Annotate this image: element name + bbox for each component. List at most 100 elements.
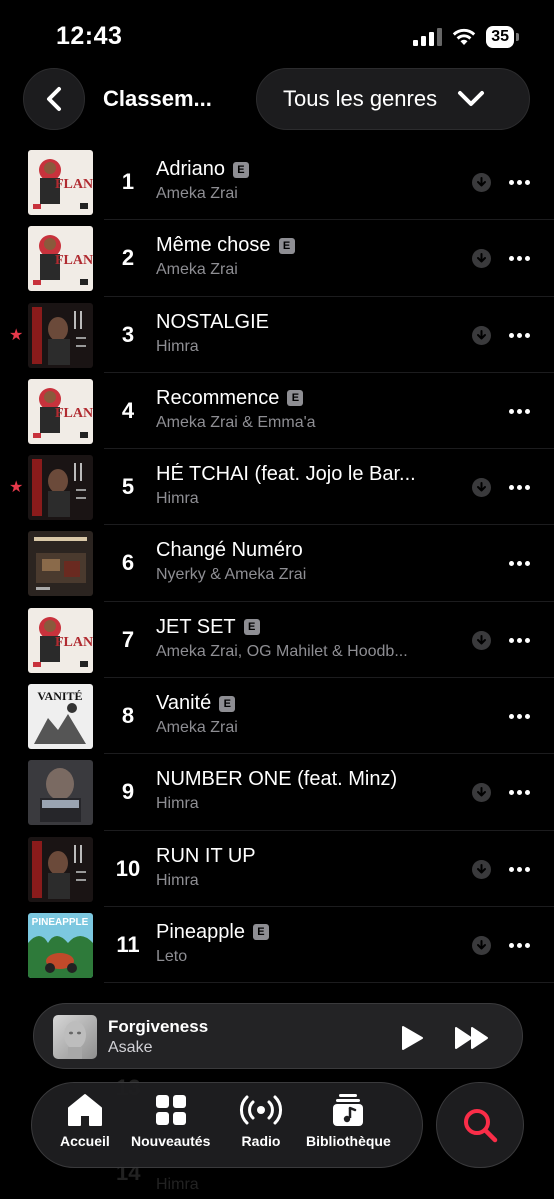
track-row[interactable]: ★ 5 HÉ TCHAI (feat. Jojo le Bar... Himra (0, 449, 554, 526)
more-options-button[interactable] (509, 790, 530, 796)
explicit-badge: E (252, 924, 269, 941)
track-title: Vanité (156, 692, 212, 715)
tab-home[interactable]: Accueil (60, 1093, 110, 1149)
track-rank: 1 (121, 169, 135, 194)
track-artist: Ameka Zrai (156, 719, 238, 737)
tab-new[interactable]: Nouveautés (131, 1093, 210, 1149)
download-button[interactable] (472, 935, 491, 955)
download-button[interactable] (472, 249, 491, 269)
more-options-button[interactable] (509, 561, 530, 567)
status-bar: 12:43 35 (0, 0, 554, 70)
track-artist: Ameka Zrai & Emma'a (156, 413, 316, 431)
track-title-line: Même chose E (156, 234, 456, 257)
arrow-down-icon (477, 939, 486, 950)
track-row[interactable]: FLAN 7 JET SET E Ameka Zrai, OG Mahilet &… (0, 602, 554, 679)
more-options-button[interactable] (509, 942, 530, 948)
more-options-button[interactable] (509, 332, 530, 338)
track-title-line: Adriano E (156, 158, 456, 181)
svg-text:VANITÉ: VANITÉ (37, 689, 82, 703)
explicit-badge: E (278, 237, 295, 254)
album-artwork (28, 836, 93, 902)
explicit-badge: E (243, 619, 260, 636)
track-artist: Nyerky & Ameka Zrai (156, 566, 307, 584)
play-button[interactable] (400, 1025, 424, 1056)
track-title: NOSTALGIE (156, 310, 269, 333)
svg-text:FLAN: FLAN (55, 177, 93, 192)
explicit-badge: E (232, 161, 249, 178)
search-icon (464, 1109, 498, 1143)
download-button[interactable] (472, 783, 491, 803)
track-title-line: JET SET E (156, 616, 456, 639)
arrow-down-icon (477, 177, 486, 187)
library-icon (333, 1094, 364, 1126)
svg-text:FLAN: FLAN (55, 253, 93, 268)
radio-icon (240, 1095, 282, 1125)
tab-label: Radio (241, 1133, 281, 1149)
more-options-button[interactable] (509, 866, 530, 872)
album-artwork: VANITÉ (28, 684, 93, 750)
search-button[interactable] (436, 1082, 524, 1168)
fast-forward-icon (455, 1027, 488, 1049)
status-icons: 35 (413, 26, 519, 48)
track-artist: Ameka Zrai (156, 261, 238, 279)
track-info: RUN IT UP Himra (156, 845, 456, 890)
track-rank: 6 (121, 550, 135, 576)
track-list: FLAN 1 Adriano E Ameka Zrai FLAN 2 Même ch… (0, 144, 554, 984)
track-title: JET SET (156, 615, 236, 638)
track-title: Pineapple (156, 920, 245, 943)
track-row[interactable]: 6 Changé Numéro Nyerky & Ameka Zrai (0, 525, 554, 602)
svg-text:PINEAPPLE: PINEAPPLE (32, 917, 89, 928)
genre-filter-label: Tous les genres (283, 86, 438, 111)
battery-indicator: 35 (486, 26, 519, 48)
download-button[interactable] (472, 173, 491, 192)
more-options-button[interactable] (509, 256, 530, 262)
more-options-button[interactable] (509, 408, 530, 414)
play-icon (402, 1026, 423, 1050)
more-options-button[interactable] (509, 485, 530, 491)
more-options-button[interactable] (509, 714, 530, 720)
track-row[interactable]: FLAN 1 Adriano E Ameka Zrai (0, 144, 554, 221)
back-button[interactable] (23, 68, 85, 130)
track-title: HÉ TCHAI (feat. Jojo le Bar... (156, 463, 416, 486)
album-artwork (28, 531, 93, 597)
next-track-button[interactable] (454, 1025, 490, 1056)
more-options-button[interactable] (509, 637, 530, 643)
track-info: HÉ TCHAI (feat. Jojo le Bar... Himra (156, 463, 456, 508)
track-row[interactable]: VANITÉ 8 Vanité E Ameka Zrai (0, 678, 554, 755)
tab-label: Bibliothèque (306, 1133, 391, 1149)
tab-radio[interactable]: Radio (238, 1093, 284, 1149)
tab-library[interactable]: Bibliothèque (306, 1093, 391, 1149)
download-button[interactable] (472, 325, 491, 345)
genre-filter-button[interactable]: Tous les genres (256, 68, 530, 130)
track-row[interactable]: ★ 3 NOSTALGIE Himra (0, 297, 554, 373)
chevron-left-icon (47, 87, 61, 111)
download-button[interactable] (472, 859, 491, 879)
album-artwork (28, 455, 93, 521)
download-button[interactable] (472, 630, 491, 650)
track-title: NUMBER ONE (feat. Minz) (156, 768, 398, 791)
grid-icon (155, 1095, 186, 1125)
track-info: Changé Numéro Nyerky & Ameka Zrai (156, 539, 456, 584)
track-info: NUMBER ONE (feat. Minz) Himra (156, 768, 456, 813)
track-rank: 8 (121, 703, 135, 729)
track-row[interactable]: FLAN 4 Recommence E Ameka Zrai & Emma'a (0, 373, 554, 450)
mini-player[interactable]: Forgiveness Asake (33, 1003, 523, 1069)
more-options-button[interactable] (509, 180, 530, 185)
track-row[interactable]: 10 RUN IT UP Himra (0, 831, 554, 907)
track-row[interactable]: FLAN 2 Même chose E Ameka Zrai (0, 220, 554, 297)
track-artist: Himra (156, 1176, 199, 1193)
track-row[interactable]: PINEAPPLE 11 Pineapple E Leto (0, 907, 554, 984)
track-rank: 10 (115, 855, 141, 881)
now-playing-artist: Asake (108, 1039, 153, 1056)
album-artwork: FLAN (28, 378, 93, 444)
now-playing-artwork (53, 1015, 97, 1059)
download-button[interactable] (472, 478, 491, 498)
track-info: Pineapple E Leto (156, 921, 456, 966)
status-time: 12:43 (56, 22, 123, 50)
track-title-line: Changé Numéro (156, 539, 456, 562)
track-title-line: NOSTALGIE (156, 311, 456, 334)
wifi-icon (453, 28, 476, 45)
divider (104, 982, 554, 984)
track-row[interactable]: 9 NUMBER ONE (feat. Minz) Himra (0, 754, 554, 831)
svg-text:FLAN: FLAN (55, 406, 93, 421)
